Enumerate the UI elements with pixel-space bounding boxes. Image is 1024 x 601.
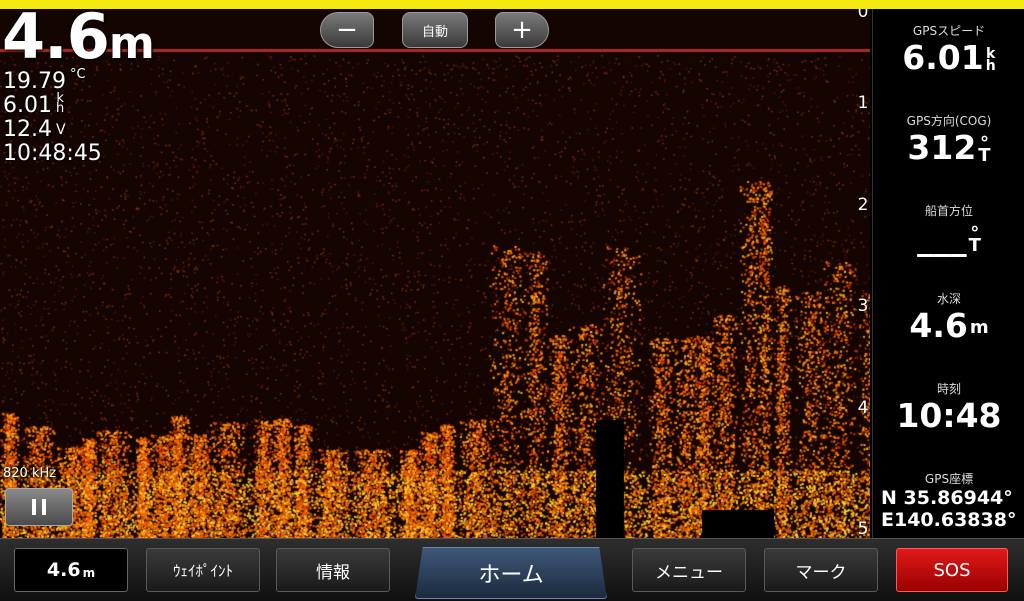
waypoint-button[interactable]: ｳｪｲﾎﾟｲﾝﾄ [146,548,260,592]
pause-icon [32,499,36,515]
voltage-readout: 12.4 V [3,118,66,142]
voltage-value: 12.4 [3,117,52,142]
sonar-display[interactable]: 4.6m 19.79 °C 6.01 k h 12.4 V 10:48:45 − 自動 … [0,0,870,538]
depth-unit: m [108,18,155,69]
latitude: N 35.86944° [881,487,1013,509]
data-panel: GPSスピード 6.01 k h GPS方向(COG) 312 ° T 船首方位 ___… [872,4,1024,538]
zoom-in-button[interactable]: + [495,12,549,48]
heading-label: 船首方位 [924,204,973,218]
time-label: 時刻 [936,382,961,396]
frequency-label: 820 kHz [3,466,57,481]
depth-scale-1: 1 [857,93,869,113]
cog-unit: ° T [978,132,991,166]
water-temp-unit: °C [69,67,86,82]
gps-coord-label: GPS座標 [924,472,974,486]
voltage-unit: V [55,122,66,138]
mark-button[interactable]: マーク [764,548,878,592]
sonar-echogram [0,0,870,538]
time-field: 時刻 10:48 [873,380,1024,435]
speed-value: 6.01 [3,93,52,118]
gps-speed-label: GPSスピード [912,24,986,38]
gps-speed-unit: kh [985,45,996,74]
bottom-toolbar: 4.6 m ｳｪｲﾎﾟｲﾝﾄ 情報 ホーム メニュー マーク SOS [0,538,1024,601]
cog-value: 312 [907,128,977,167]
longitude: E140.63838° [881,509,1017,531]
heading-field: 船首方位 ___ ° T [873,202,1024,257]
zoom-auto-button[interactable]: 自動 [402,12,468,48]
depth-label: 水深 [936,292,961,306]
panel-depth-unit: m [969,316,989,338]
home-button[interactable]: ホーム [415,547,607,599]
status-top-bar [0,0,1024,9]
cog-field: GPS方向(COG) 312 ° T [873,112,1024,167]
depth-button-value: 4.6 [46,559,81,581]
clock-readout: 10:48:45 [3,141,102,166]
sos-button[interactable]: SOS [896,548,1008,592]
heading-value: ___ [917,218,967,257]
depth-scale-3: 3 [857,296,869,316]
depth-scale-2: 2 [857,195,869,215]
menu-button[interactable]: メニュー [632,548,746,592]
info-button[interactable]: 情報 [276,548,390,592]
depth-field: 水深 4.6 m [873,290,1024,345]
depth-value: 4.6 [2,0,110,73]
depth-scale-4: 4 [857,398,869,418]
gps-speed-value: 6.01 [902,38,984,77]
zoom-out-button[interactable]: − [320,12,374,48]
water-temp-readout: 19.79 °C [3,67,86,94]
depth-scale-5: 5 [857,519,869,538]
cog-label: GPS方向(COG) [906,114,992,128]
pause-button[interactable] [5,488,73,526]
panel-depth-value: 4.6 [909,306,968,345]
depth-button[interactable]: 4.6 m [14,548,128,592]
gps-coord-field: GPS座標 N 35.86944° E140.63838° [873,470,1024,531]
speed-readout: 6.01 k h [3,91,65,118]
time-value: 10:48 [896,396,1002,435]
gps-speed-field: GPSスピード 6.01 k h [873,22,1024,77]
speed-unit: kh [55,91,65,116]
depth-button-unit: m [82,566,96,580]
heading-unit: ° T [968,222,981,256]
